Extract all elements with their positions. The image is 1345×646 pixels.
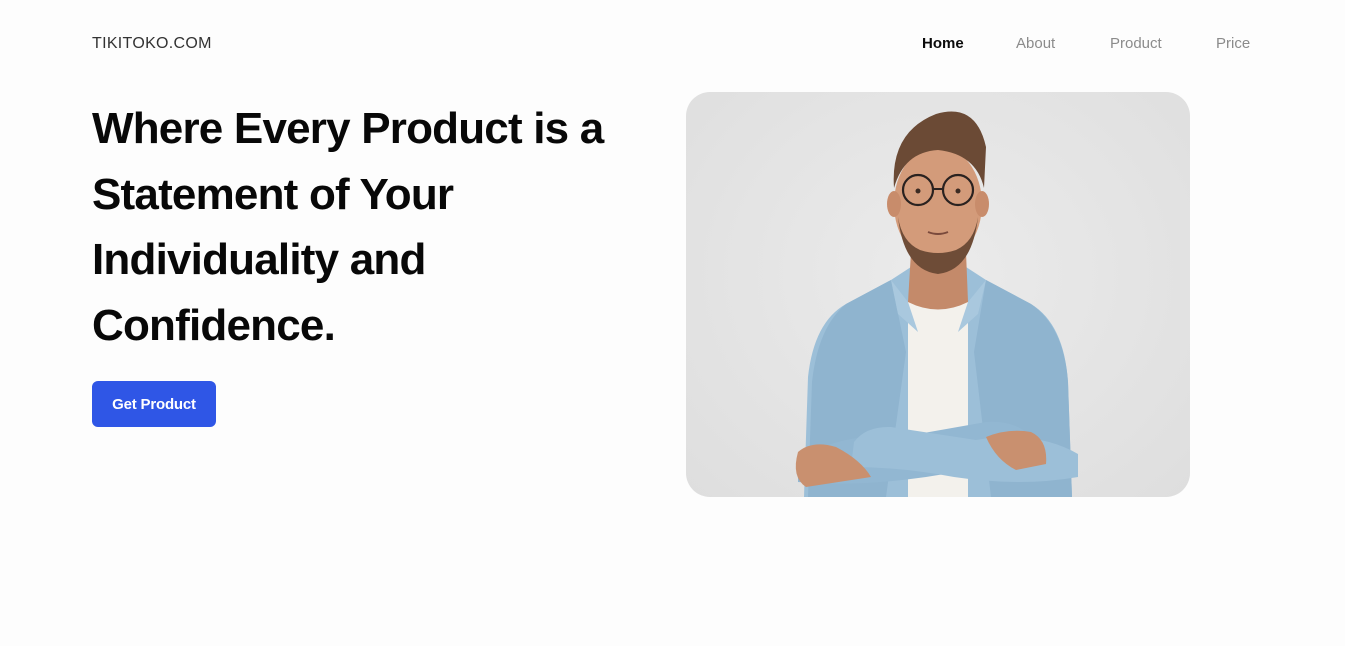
landing-page: TIKITOKO.COM Home About Product Price Wh…: [0, 0, 1345, 646]
hero-headline: Where Every Product is a Statement of Yo…: [92, 104, 604, 350]
hero-image: [686, 92, 1190, 497]
nav-item-product[interactable]: Product: [1110, 35, 1162, 52]
nav-item-about[interactable]: About: [1016, 35, 1055, 52]
nav-item-home[interactable]: Home: [922, 35, 964, 52]
main-nav: Home About Product Price: [0, 35, 1345, 57]
man-portrait-illustration: [795, 111, 1078, 497]
get-product-button[interactable]: Get Product: [92, 381, 216, 427]
nav-item-price[interactable]: Price: [1216, 35, 1250, 52]
